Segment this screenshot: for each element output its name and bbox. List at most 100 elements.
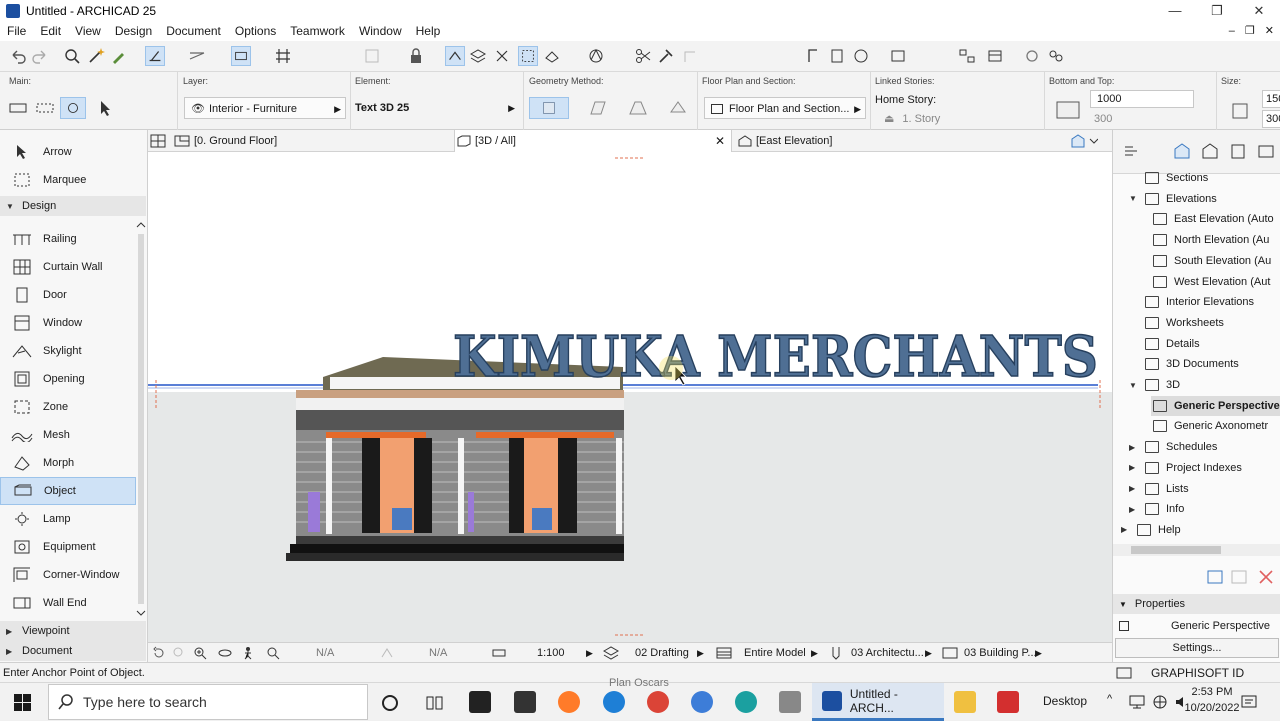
tool-curtain-wall[interactable]: Curtain Wall: [0, 253, 136, 281]
file-explorer-icon[interactable]: [954, 691, 976, 713]
magic-wand-icon[interactable]: [86, 46, 106, 66]
home-story-selector[interactable]: ⏏ 1. Story: [884, 110, 1040, 128]
mail-icon[interactable]: [514, 691, 536, 713]
render-icon[interactable]: [586, 46, 606, 66]
nav-item-worksheets[interactable]: Worksheets: [1129, 313, 1224, 333]
minimize-button[interactable]: —: [1154, 0, 1196, 21]
grid-snap-icon[interactable]: [273, 46, 293, 66]
marquee-area-icon[interactable]: [518, 46, 538, 66]
nav-item-sections[interactable]: Sections: [1129, 168, 1208, 188]
scroll-up-icon[interactable]: [136, 220, 146, 230]
snap-guides-icon[interactable]: [231, 46, 251, 66]
tool-skylight[interactable]: Skylight: [0, 337, 136, 365]
rotate-icon[interactable]: [60, 97, 87, 119]
nav-item-south-elevation-au[interactable]: South Elevation (Au: [1153, 251, 1271, 271]
clock-time[interactable]: 2:53 PM: [1180, 686, 1244, 698]
model-view-icon[interactable]: [716, 646, 732, 660]
publisher-sets-icon[interactable]: [1257, 142, 1275, 160]
guide-lines-icon[interactable]: [187, 46, 207, 66]
nav-item-north-elevation-au[interactable]: North Elevation (Au: [1153, 230, 1269, 250]
windows-start-icon[interactable]: [14, 694, 31, 711]
pick-up-icon[interactable]: [109, 46, 129, 66]
lock-icon[interactable]: [406, 46, 426, 66]
menu-help[interactable]: Help: [409, 24, 448, 38]
slanted-geometry-icon[interactable]: [587, 97, 609, 119]
model-view-value[interactable]: Entire Model: [744, 643, 806, 663]
nav-item-generic-perspective[interactable]: Generic Perspective: [1151, 395, 1280, 416]
orbit-icon[interactable]: [218, 646, 232, 660]
cortana-icon[interactable]: [381, 694, 399, 712]
nav-item-interior-elevations[interactable]: Interior Elevations: [1129, 292, 1254, 312]
tool-lamp[interactable]: Lamp: [0, 505, 136, 533]
connector-icon[interactable]: [779, 691, 801, 713]
menu-edit[interactable]: Edit: [33, 24, 68, 38]
doc-close-button[interactable]: ✕: [1265, 21, 1274, 41]
tab-grid-icon[interactable]: [150, 134, 166, 148]
nav-item-details[interactable]: Details: [1129, 334, 1200, 354]
floor-plan-section-button[interactable]: Floor Plan and Section... ▶: [704, 97, 866, 119]
suspend-groups-icon[interactable]: [362, 46, 382, 66]
bottom-height-input[interactable]: 1000: [1090, 90, 1194, 108]
collapse-triangle-icon[interactable]: ▼: [1129, 194, 1141, 203]
gravity-icon[interactable]: [145, 46, 165, 66]
properties-header[interactable]: ▼ Properties: [1113, 594, 1280, 614]
nav-item-info[interactable]: ▶ Info: [1129, 499, 1184, 519]
layer-settings-icon[interactable]: [468, 46, 488, 66]
close-tab-icon[interactable]: ✕: [715, 130, 725, 152]
view-settings-icon[interactable]: [1205, 568, 1225, 586]
explore-icon[interactable]: [241, 646, 255, 660]
trace-icon[interactable]: [445, 46, 465, 66]
dimension-value[interactable]: 03 Building P...: [964, 643, 1037, 663]
detail-marker-icon[interactable]: [851, 46, 871, 66]
trapezoid-geometry-icon[interactable]: [667, 97, 689, 119]
nav-item-project-indexes[interactable]: ▶ Project Indexes: [1129, 458, 1242, 478]
group-design[interactable]: ▼ Design: [0, 196, 146, 216]
menu-window[interactable]: Window: [352, 24, 409, 38]
menu-view[interactable]: View: [68, 24, 108, 38]
tool-morph[interactable]: Morph: [0, 449, 136, 477]
nav-item-help[interactable]: ▶ Help: [1121, 520, 1181, 540]
doc-restore-button[interactable]: ❐: [1245, 21, 1255, 41]
pen-set-value[interactable]: 03 Architectu...: [851, 643, 924, 663]
tab-ground-floor[interactable]: [0. Ground Floor]: [174, 130, 277, 152]
element-transfer-icon[interactable]: [803, 46, 823, 66]
undo-view-icon[interactable]: [152, 646, 166, 660]
find-select-icon[interactable]: [62, 46, 82, 66]
sync-icon[interactable]: [1022, 46, 1042, 66]
project-map-icon[interactable]: [1173, 142, 1191, 160]
nav-item-schedules[interactable]: ▶ Schedules: [1129, 437, 1217, 457]
tool-railing[interactable]: Railing: [0, 225, 136, 253]
chrome-icon[interactable]: [647, 691, 669, 713]
nav-item-elevations[interactable]: ▼ Elevations: [1129, 189, 1217, 209]
microsoft-store-icon[interactable]: [469, 691, 491, 713]
tool-equipment[interactable]: Equipment: [0, 533, 136, 561]
redo-icon[interactable]: [30, 46, 50, 66]
layer-combination-value[interactable]: 02 Drafting: [635, 643, 689, 663]
tool-mesh[interactable]: Mesh: [0, 421, 136, 449]
tool-opening[interactable]: Opening: [0, 365, 136, 393]
collapse-triangle-icon[interactable]: ▼: [1129, 381, 1141, 390]
taskbar-archicad-app[interactable]: Untitled - ARCH...: [812, 683, 944, 721]
quick-search-icon[interactable]: [735, 691, 757, 713]
graphisoft-id-icon[interactable]: [1116, 667, 1132, 679]
selection-icon[interactable]: [33, 97, 57, 119]
task-view-icon[interactable]: [425, 694, 445, 712]
top-height-value[interactable]: 300: [1094, 110, 1194, 128]
view-map-icon[interactable]: [1201, 142, 1219, 160]
scale-icon[interactable]: [492, 646, 506, 660]
publisher-icon[interactable]: [985, 46, 1005, 66]
clock-date[interactable]: 10/20/2022: [1180, 702, 1244, 714]
3d-navigation-icon[interactable]: [542, 46, 562, 66]
menu-file[interactable]: File: [0, 24, 33, 38]
horizontal-scrollbar[interactable]: [1113, 544, 1280, 556]
hammer-icon[interactable]: [656, 46, 676, 66]
tool-window[interactable]: Window: [0, 309, 136, 337]
layer-dropdown[interactable]: 👁 Interior - Furniture ▶: [184, 97, 346, 119]
notification-icon[interactable]: [1240, 693, 1258, 711]
favorites-icon[interactable]: [827, 46, 847, 66]
graphisoft-id-label[interactable]: GRAPHISOFT ID: [1151, 663, 1244, 683]
chevron-up-icon[interactable]: ^: [1107, 693, 1112, 705]
group-document[interactable]: ▶ Document: [0, 641, 146, 661]
geometry-icon[interactable]: [6, 97, 30, 119]
nav-item-west-elevation-aut[interactable]: West Elevation (Aut: [1153, 272, 1270, 292]
